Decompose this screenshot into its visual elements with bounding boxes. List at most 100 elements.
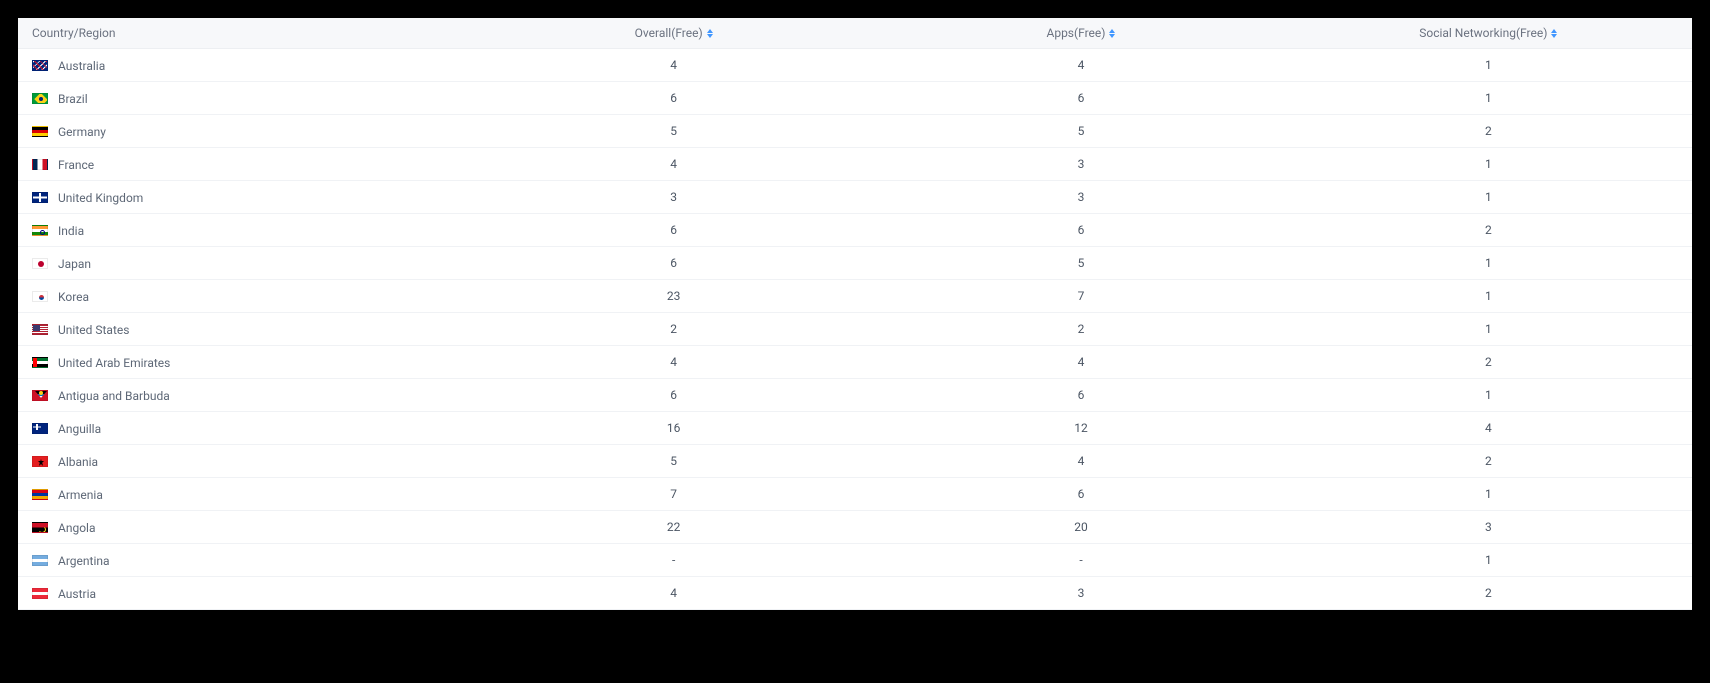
rankings-table: Country/Region Overall(Free) Apps(Free) Soc… xyxy=(18,18,1692,610)
table-row[interactable]: Albania542 xyxy=(18,445,1692,478)
table-row[interactable]: United Arab Emirates442 xyxy=(18,346,1692,379)
sort-icon[interactable] xyxy=(1551,29,1557,38)
cell-overall: 7 xyxy=(470,478,877,511)
cell-overall: - xyxy=(470,544,877,577)
cell-overall: 4 xyxy=(470,346,877,379)
table-body: Australia441Brazil661Germany552France431… xyxy=(18,49,1692,610)
cell-apps: 6 xyxy=(877,82,1284,115)
table-row[interactable]: Argentina--1 xyxy=(18,544,1692,577)
flag-icon xyxy=(32,522,48,533)
table-row[interactable]: Japan651 xyxy=(18,247,1692,280)
cell-overall: 2 xyxy=(470,313,877,346)
column-header-label: Country/Region xyxy=(32,26,116,40)
rankings-panel: Country/Region Overall(Free) Apps(Free) Soc… xyxy=(18,18,1692,610)
table-row[interactable]: United Kingdom331 xyxy=(18,181,1692,214)
cell-country: Antigua and Barbuda xyxy=(18,379,470,412)
table-row[interactable]: Antigua and Barbuda661 xyxy=(18,379,1692,412)
flag-icon xyxy=(32,555,48,566)
flag-icon xyxy=(32,423,48,434)
cell-social: 2 xyxy=(1285,346,1692,379)
cell-country: India xyxy=(18,214,470,247)
cell-country: Armenia xyxy=(18,478,470,511)
table-row[interactable]: Armenia 761 xyxy=(18,478,1692,511)
flag-icon xyxy=(32,390,48,401)
cell-country: Korea xyxy=(18,280,470,313)
cell-social: 2 xyxy=(1285,214,1692,247)
cell-apps: 4 xyxy=(877,346,1284,379)
cell-social: 1 xyxy=(1285,478,1692,511)
cell-country: Australia xyxy=(18,49,470,82)
cell-overall: 6 xyxy=(470,379,877,412)
cell-social: 1 xyxy=(1285,544,1692,577)
country-name: United Kingdom xyxy=(58,190,143,204)
cell-social: 2 xyxy=(1285,115,1692,148)
cell-overall: 5 xyxy=(470,445,877,478)
cell-apps: 6 xyxy=(877,214,1284,247)
cell-country: United Arab Emirates xyxy=(18,346,470,379)
cell-overall: 16 xyxy=(470,412,877,445)
flag-icon xyxy=(32,159,48,170)
cell-overall: 6 xyxy=(470,214,877,247)
column-header-social[interactable]: Social Networking(Free) xyxy=(1285,18,1692,49)
cell-apps: 12 xyxy=(877,412,1284,445)
country-name: Austria xyxy=(58,586,96,600)
flag-icon xyxy=(32,489,48,500)
country-name: Brazil xyxy=(58,91,88,105)
cell-social: 1 xyxy=(1285,82,1692,115)
flag-icon xyxy=(32,291,48,302)
cell-country: United Kingdom xyxy=(18,181,470,214)
cell-country: United States xyxy=(18,313,470,346)
cell-country: France xyxy=(18,148,470,181)
cell-social: 1 xyxy=(1285,148,1692,181)
cell-overall: 6 xyxy=(470,247,877,280)
cell-social: 1 xyxy=(1285,247,1692,280)
country-name: Armenia xyxy=(58,487,103,501)
cell-apps: 4 xyxy=(877,445,1284,478)
cell-overall: 3 xyxy=(470,181,877,214)
column-header-label: Apps(Free) xyxy=(1047,26,1106,40)
table-row[interactable]: France431 xyxy=(18,148,1692,181)
cell-overall: 23 xyxy=(470,280,877,313)
cell-overall: 6 xyxy=(470,82,877,115)
cell-country: Austria xyxy=(18,577,470,610)
cell-social: 2 xyxy=(1285,577,1692,610)
country-name: Anguilla xyxy=(58,421,101,435)
cell-social: 1 xyxy=(1285,379,1692,412)
cell-apps: 4 xyxy=(877,49,1284,82)
flag-icon xyxy=(32,93,48,104)
cell-social: 1 xyxy=(1285,49,1692,82)
table-header: Country/Region Overall(Free) Apps(Free) Soc… xyxy=(18,18,1692,49)
table-row[interactable]: Angola22203 xyxy=(18,511,1692,544)
flag-icon xyxy=(32,357,48,368)
cell-apps: 20 xyxy=(877,511,1284,544)
table-row[interactable]: Germany552 xyxy=(18,115,1692,148)
column-header-apps[interactable]: Apps(Free) xyxy=(877,18,1284,49)
cell-country: Angola xyxy=(18,511,470,544)
country-name: Argentina xyxy=(58,553,110,567)
column-header-country: Country/Region xyxy=(18,18,470,49)
country-name: Japan xyxy=(58,256,91,270)
table-row[interactable]: Korea2371 xyxy=(18,280,1692,313)
country-name: Australia xyxy=(58,58,105,72)
country-name: India xyxy=(58,223,84,237)
cell-country: Germany xyxy=(18,115,470,148)
table-row[interactable]: United States221 xyxy=(18,313,1692,346)
table-row[interactable]: Brazil661 xyxy=(18,82,1692,115)
cell-social: 3 xyxy=(1285,511,1692,544)
sort-icon[interactable] xyxy=(1109,29,1115,38)
cell-overall: 4 xyxy=(470,148,877,181)
table-row[interactable]: India662 xyxy=(18,214,1692,247)
cell-social: 1 xyxy=(1285,181,1692,214)
cell-social: 1 xyxy=(1285,280,1692,313)
flag-icon xyxy=(32,456,48,467)
table-row[interactable]: Australia441 xyxy=(18,49,1692,82)
column-header-label: Overall(Free) xyxy=(635,26,703,40)
table-row[interactable]: Anguilla16124 xyxy=(18,412,1692,445)
country-name: Albania xyxy=(58,454,98,468)
table-row[interactable]: Austria432 xyxy=(18,577,1692,610)
cell-overall: 22 xyxy=(470,511,877,544)
column-header-overall[interactable]: Overall(Free) xyxy=(470,18,877,49)
sort-icon[interactable] xyxy=(707,29,713,38)
cell-apps: 6 xyxy=(877,478,1284,511)
cell-overall: 4 xyxy=(470,577,877,610)
